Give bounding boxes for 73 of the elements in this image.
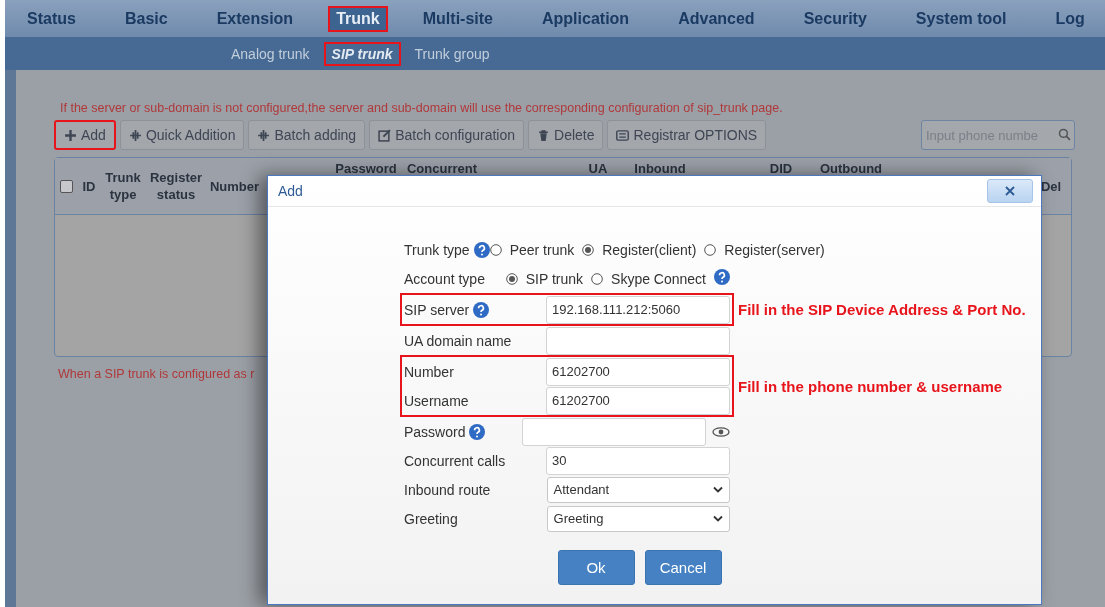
close-icon: [1004, 185, 1016, 197]
edit-icon: [378, 128, 392, 142]
field-label: Password: [404, 423, 466, 440]
eye-icon: [712, 426, 730, 437]
radio-option[interactable]: Peer trunk: [489, 241, 575, 258]
toolbar-button[interactable]: Registrar OPTIONS: [607, 120, 767, 150]
field-label: UA domain name: [404, 332, 512, 349]
text-field[interactable]: 192.168.111.212:5060: [546, 295, 730, 324]
column-header: Outbound: [818, 160, 884, 177]
annotation-note: Fill in the SIP Device Address & Port No.: [738, 301, 1026, 318]
nav-tab[interactable]: Log: [1041, 0, 1099, 37]
subnav-tab[interactable]: Analog trunk: [223, 41, 318, 66]
field-label: Account type: [404, 270, 485, 287]
footnote-text: When a SIP trunk is configured as r: [58, 367, 255, 381]
cross-icon: [257, 128, 271, 142]
column-header: Password: [334, 160, 398, 177]
notice-text: If the server or sub-domain is not configured,the server and sub-domain will use the corresponding configuration of sip_trunk page.: [60, 101, 784, 115]
field-label: SIP server: [404, 301, 470, 318]
column-header: Number: [208, 177, 261, 195]
nav-tab[interactable]: Status: [13, 0, 90, 37]
field-label: Greeting: [404, 510, 458, 527]
field-label: Number: [404, 363, 454, 380]
column-header: Register status: [149, 169, 203, 203]
caret-icon: [713, 515, 723, 522]
close-button[interactable]: [987, 179, 1033, 203]
caret-icon: [713, 486, 723, 493]
column-header: DID: [768, 160, 794, 177]
text-field[interactable]: 61202700: [546, 386, 730, 415]
column-header: Inbound: [633, 160, 687, 177]
toolbar-button[interactable]: Delete: [528, 120, 604, 150]
nav-tab[interactable]: System tool: [901, 0, 1021, 37]
password-field[interactable]: [522, 417, 706, 446]
text-field[interactable]: 30: [546, 446, 730, 475]
text-field[interactable]: [546, 326, 730, 355]
dialog-title: Add: [278, 183, 303, 199]
nav-tab[interactable]: Security: [789, 0, 881, 37]
nav-tab[interactable]: Trunk: [328, 5, 388, 32]
plus-icon: [64, 128, 77, 142]
subnav-tab[interactable]: SIP trunk: [323, 41, 401, 66]
column-header: UA: [587, 160, 609, 177]
toolbar-button[interactable]: Batch configuration: [369, 120, 524, 150]
radio-option[interactable]: Register(server): [704, 241, 825, 258]
column-header: Del: [1039, 177, 1063, 195]
trash-icon: [537, 128, 550, 142]
dialog-button[interactable]: Ok: [557, 550, 635, 585]
cross-icon: [128, 128, 142, 142]
toolbar-button[interactable]: Add: [54, 120, 116, 150]
dialog-button[interactable]: Cancel: [644, 550, 722, 585]
list-icon: [616, 128, 630, 142]
select-all-checkbox[interactable]: [59, 179, 73, 193]
radio-option[interactable]: Skype Connect: [591, 270, 706, 287]
radio-option[interactable]: SIP trunk: [505, 270, 584, 287]
field-label: Inbound route: [404, 481, 491, 498]
nav-tab[interactable]: Advanced: [664, 0, 769, 37]
toolbar-button[interactable]: Batch adding: [248, 120, 366, 150]
column-header: ID: [81, 177, 97, 195]
subnav-tab[interactable]: Trunk group: [406, 41, 498, 66]
field-label: Concurrent calls: [404, 452, 506, 469]
nav-tab[interactable]: Basic: [110, 0, 182, 37]
nav-tab[interactable]: Multi-site: [408, 0, 507, 37]
annotation-note: Fill in the phone number & username: [738, 377, 1003, 395]
nav-tab[interactable]: Extension: [202, 0, 308, 37]
radio-option[interactable]: Register(client): [582, 241, 697, 258]
column-header: Concurrent: [405, 160, 479, 177]
text-field[interactable]: 61202700: [546, 357, 730, 386]
field-label: Trunk type: [404, 241, 470, 258]
column-header: Trunk type: [104, 169, 142, 203]
search-icon: [1058, 128, 1071, 141]
dropdown[interactable]: Attendant: [546, 476, 730, 503]
dropdown[interactable]: Greeting: [546, 505, 730, 532]
field-label: Username: [404, 392, 469, 409]
nav-tab[interactable]: Application: [528, 0, 644, 37]
toolbar-button[interactable]: Quick Addition: [119, 120, 245, 150]
